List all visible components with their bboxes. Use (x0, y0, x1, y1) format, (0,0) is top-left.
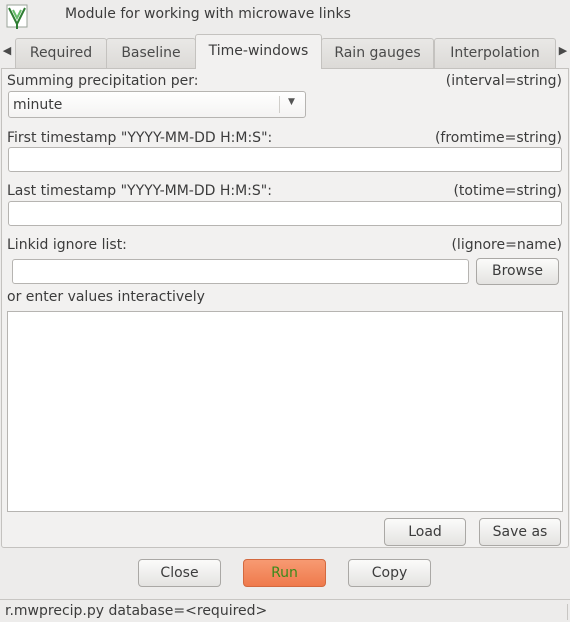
close-button[interactable]: Close (138, 559, 221, 587)
chevron-down-icon[interactable]: ▼ (288, 97, 295, 107)
lignore-hint: (lignore=name) (451, 237, 562, 253)
fromtime-input[interactable] (8, 147, 562, 172)
interval-select[interactable]: minute ▼ (8, 91, 306, 118)
interval-select-divider (279, 96, 280, 113)
fromtime-hint: (fromtime=string) (434, 130, 562, 146)
interactive-values-label: or enter values interactively (7, 289, 205, 305)
status-bar-grip (567, 604, 568, 620)
tab-baseline[interactable]: Baseline (106, 38, 196, 68)
grass-logo-icon (5, 4, 29, 30)
load-button[interactable]: Load (384, 518, 466, 546)
tab-required[interactable]: Required (15, 38, 107, 68)
interactive-values-textarea[interactable] (7, 311, 563, 512)
save-as-button[interactable]: Save as (479, 518, 561, 546)
fromtime-label: First timestamp "YYYY-MM-DD H:M:S": (7, 130, 273, 146)
copy-button[interactable]: Copy (348, 559, 431, 587)
tab-interpolation[interactable]: Interpolation (434, 38, 556, 68)
interval-select-value: minute (13, 97, 63, 113)
browse-button[interactable]: Browse (476, 258, 559, 285)
status-bar: r.mwprecip.py database=<required> (0, 599, 570, 622)
lignore-input[interactable] (12, 259, 469, 284)
command-preview: r.mwprecip.py database=<required> (5, 603, 268, 619)
totime-input[interactable] (8, 201, 562, 226)
totime-hint: (totime=string) (453, 183, 562, 199)
interval-label: Summing precipitation per: (7, 73, 199, 89)
interval-hint: (interval=string) (445, 73, 562, 89)
run-button[interactable]: Run (243, 559, 326, 587)
window-header: Module for working with microwave links (0, 0, 570, 34)
window-title: Module for working with microwave links (65, 6, 351, 22)
totime-label: Last timestamp "YYYY-MM-DD H:M:S": (7, 183, 272, 199)
tab-time-windows[interactable]: Time-windows (195, 34, 322, 69)
tab-scroll-left-icon[interactable]: ◀ (1, 42, 13, 60)
lignore-label: Linkid ignore list: (7, 237, 127, 253)
tab-rain-gauges[interactable]: Rain gauges (321, 38, 434, 68)
tab-scroll-right-icon[interactable]: ▶ (557, 42, 569, 60)
